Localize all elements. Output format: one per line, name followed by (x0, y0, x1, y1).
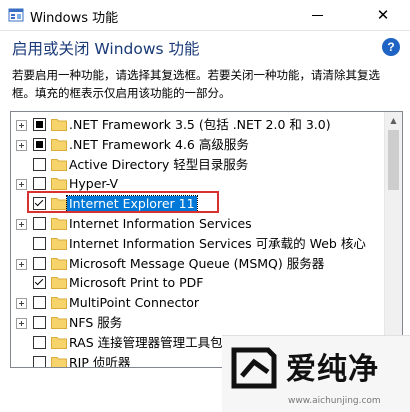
window-title: Windows 功能 (30, 11, 119, 26)
description: 若要启用一种功能，请选择其复选框。若要关闭一种功能，请清除其复选 框。填充的框表… (12, 66, 404, 102)
watermark-brand: 爱纯净 (286, 352, 379, 387)
feature-row[interactable]: Microsoft Message Queue (MSMQ) 服务器 (11, 254, 383, 274)
help-icon[interactable]: ? (382, 38, 400, 56)
feature-checkbox[interactable] (33, 177, 46, 191)
feature-label: Internet Information Services 可承载的 Web 核… (69, 235, 366, 251)
feature-checkbox[interactable] (33, 355, 46, 367)
feature-label: Hyper-V (69, 176, 119, 192)
feature-checkbox[interactable] (33, 236, 46, 250)
folder-icon (51, 218, 67, 230)
scroll-thumb[interactable] (388, 130, 399, 190)
feature-label: Microsoft Print to PDF (69, 275, 204, 291)
feature-row[interactable]: .NET Framework 4.6 高级服务 (11, 135, 383, 155)
feature-tree[interactable]: .NET Framework 3.5 (包括 .NET 2.0 和 3.0) .N… (10, 111, 403, 368)
feature-row[interactable]: Microsoft Print to PDF (11, 273, 383, 293)
feature-label: RIP 侦听器 (69, 354, 131, 368)
feature-label: .NET Framework 4.6 高级服务 (69, 136, 249, 152)
expand-plus-icon[interactable] (16, 258, 27, 270)
folder-icon (51, 277, 67, 290)
page-title: 启用或关闭 Windows 功能 (12, 40, 200, 58)
scroll-up-arrow-icon[interactable]: ▲ (385, 112, 402, 129)
feature-checkbox[interactable] (33, 118, 46, 131)
highlight-frame (27, 191, 219, 213)
watermark-url: www.aichunjing.com (288, 396, 381, 406)
folder-icon (51, 158, 67, 171)
feature-checkbox[interactable] (33, 157, 46, 171)
feature-label: MultiPoint Connector (69, 295, 200, 311)
feature-row[interactable]: .NET Framework 3.5 (包括 .NET 2.0 和 3.0) (11, 115, 383, 135)
folder-icon (51, 119, 67, 131)
folder-icon (51, 257, 67, 270)
feature-checkbox[interactable] (33, 256, 46, 270)
expand-plus-icon[interactable] (16, 179, 27, 191)
description-line: 框。填充的框表示仅启用该功能的一部分。 (12, 86, 231, 100)
feature-checkbox[interactable] (33, 217, 46, 230)
feature-label: Active Directory 轻型目录服务 (69, 156, 249, 172)
folder-icon (51, 178, 67, 191)
feature-row[interactable]: Internet Information Services (11, 214, 383, 234)
close-button[interactable]: ✕ (360, 0, 406, 30)
expand-plus-icon[interactable] (16, 298, 27, 310)
feature-label: Internet Information Services (69, 216, 252, 231)
folder-icon (51, 356, 67, 367)
feature-label: .NET Framework 3.5 (包括 .NET 2.0 和 3.0) (69, 117, 331, 132)
folder-icon (51, 138, 67, 151)
feature-row[interactable]: Active Directory 轻型目录服务 (11, 155, 383, 175)
expand-plus-icon[interactable] (16, 139, 27, 151)
feature-checkbox[interactable] (33, 316, 46, 329)
folder-icon (51, 336, 67, 349)
folder-icon (51, 237, 67, 250)
watermark: 爱纯净 www.aichunjing.com (222, 335, 410, 412)
feature-checkbox[interactable] (33, 137, 46, 151)
expand-plus-icon[interactable] (16, 120, 27, 131)
feature-checkbox[interactable] (33, 335, 46, 349)
description-line: 若要启用一种功能，请选择其复选框。若要关闭一种功能，请清除其复选 (12, 68, 380, 82)
feature-label: NFS 服务 (69, 315, 123, 330)
expand-plus-icon[interactable] (16, 318, 27, 329)
feature-checkbox[interactable] (33, 296, 46, 310)
folder-icon (51, 297, 67, 310)
feature-label: Microsoft Message Queue (MSMQ) 服务器 (69, 255, 325, 271)
windows-features-icon (8, 8, 24, 22)
vertical-scrollbar[interactable]: ▲ (384, 112, 402, 367)
watermark-logo-icon (231, 347, 277, 389)
title-bar: Windows 功能 ✕ (0, 0, 410, 31)
expand-plus-icon[interactable] (16, 219, 27, 230)
minimize-button[interactable] (298, 0, 338, 30)
feature-row[interactable]: Internet Information Services 可承载的 Web 核… (11, 234, 383, 254)
folder-icon (51, 317, 67, 329)
feature-row[interactable]: MultiPoint Connector (11, 293, 383, 313)
feature-checkbox[interactable] (33, 276, 46, 290)
feature-row[interactable]: NFS 服务 (11, 313, 383, 333)
